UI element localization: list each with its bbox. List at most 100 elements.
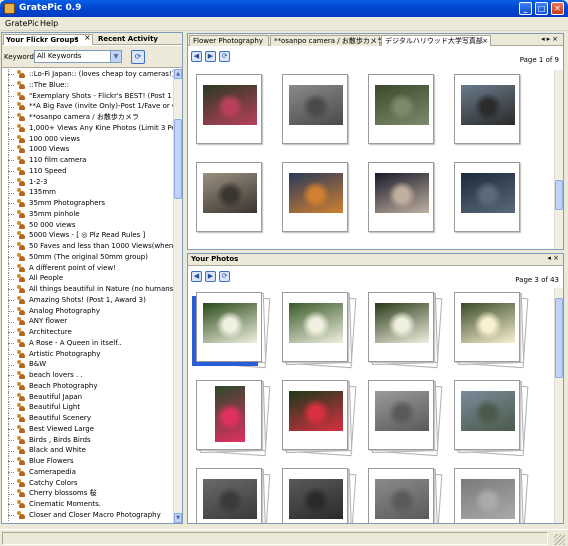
photo-thumbnail[interactable] [282,74,354,154]
photo-thumbnail[interactable] [454,380,529,460]
photo-card[interactable] [454,74,520,144]
group-list-item[interactable]: Cherry blossoms 桜 [2,488,173,499]
scroll-thumb[interactable] [174,119,182,199]
photo-card[interactable] [368,162,434,232]
group-list-item[interactable]: Camerapedia [2,466,173,478]
group-list-item[interactable]: B&W [2,359,173,370]
group-list-item[interactable]: "Exemplary Shots - Flickr's BEST! (Post … [2,90,173,102]
photo-card[interactable] [368,468,434,523]
tab-flower-photography[interactable]: Flower Photography [189,35,269,46]
photo-thumbnail[interactable] [282,292,357,372]
group-list-item[interactable]: 5000 Views - [ ◎ Plz Read Rules ] [2,230,173,241]
photo-thumbnail[interactable] [454,292,529,372]
title-bar[interactable]: GratePic 0.9 _ □ ✕ [0,0,568,17]
group-list-item[interactable]: Cinematic Moments. [2,499,173,510]
photo-card[interactable] [282,74,348,144]
photo-thumbnail[interactable] [368,162,440,242]
photo-thumbnail[interactable] [282,380,357,460]
photo-thumbnail[interactable] [368,74,440,154]
forward-arrow-icon[interactable]: ▶ [205,51,216,62]
group-list-item[interactable]: **osanpo camera / お散歩カメラ [2,112,173,123]
pane-controls[interactable]: ◂ × [547,254,559,262]
close-button[interactable]: ✕ [551,2,564,15]
group-list-item[interactable]: ::The Blue:: [2,79,173,91]
group-list-item[interactable]: 110 Speed [2,165,173,177]
group-list-item[interactable]: ANY flower [2,316,173,327]
left-scrollbar[interactable]: ▲ ▼ [173,69,182,523]
group-list-item[interactable]: 110 film camera [2,155,173,166]
resize-grip-icon[interactable] [554,534,565,545]
photo-card[interactable] [196,162,262,232]
photo-thumbnail[interactable] [196,74,268,154]
photo-card[interactable] [196,380,262,450]
photo-thumbnail[interactable] [196,380,271,460]
pin-icon[interactable]: ◂ [74,34,78,42]
photo-card[interactable] [196,74,262,144]
photo-card[interactable] [368,74,434,144]
photo-card[interactable] [282,380,348,450]
photo-thumbnail[interactable] [368,468,443,523]
group-list-item[interactable]: Blue Flowers [2,456,173,467]
group-list-item[interactable]: 35mm Photographers [2,198,173,209]
group-list-item[interactable]: Best Viewed Large [2,423,173,435]
tab-recent-activity[interactable]: Recent Activity [96,34,176,45]
photo-card[interactable] [454,380,520,450]
photo-card[interactable] [368,380,434,450]
group-list-item[interactable]: Beautiful Scenery [2,413,173,424]
scroll-up-icon[interactable]: ▲ [174,69,182,79]
tab-dhu-photo-club[interactable]: デジタルハリウッド大学写真部 × [381,35,491,46]
group-list-item[interactable]: 35mm pinhole [2,208,173,220]
group-list-item[interactable]: 1000 Views [2,144,173,155]
group-list-item[interactable]: 1-2-3 [2,176,173,188]
back-arrow-icon[interactable]: ◀ [191,51,202,62]
keyword-select[interactable]: All Keywords ▼ [34,50,122,63]
photo-card[interactable] [282,292,348,362]
photo-thumbnail[interactable] [282,162,354,242]
photo-card[interactable] [454,292,520,362]
photo-thumbnail[interactable] [454,468,529,523]
group-list-item[interactable]: ::Lo-Fi Japan:: (loves cheap toy cameras… [2,69,173,80]
photo-card[interactable] [454,468,520,523]
maximize-button[interactable]: □ [535,2,548,15]
group-list-item[interactable]: 50 000 views [2,219,173,231]
bottom-scrollbar[interactable] [554,288,563,523]
photo-card[interactable] [368,292,434,362]
group-list-item[interactable]: Beautiful Light [2,402,173,413]
group-list-item[interactable]: Birds , Birds Birds [2,434,173,446]
group-list-item[interactable]: **A Big Fave (invite Only)-Post 1/Fave o… [2,101,173,112]
scroll-thumb[interactable] [555,180,563,210]
photo-thumbnail[interactable] [368,292,443,372]
group-list-item[interactable]: A different point of view! [2,262,173,274]
photo-thumbnail[interactable] [196,162,268,242]
minimize-button[interactable]: _ [519,2,532,15]
photo-card[interactable] [196,292,262,362]
group-list-item[interactable]: 50mm (The original 50mm group) [2,251,173,263]
group-list-item[interactable]: 1,000+ Views Any Kine Photos (Limit 3 Pe… [2,122,173,134]
group-list-item[interactable]: All People [2,273,173,284]
scroll-thumb[interactable] [555,298,563,378]
refresh-icon[interactable]: ⟳ [219,271,230,282]
group-list-item[interactable]: 100 000 views [2,133,173,145]
group-list-item[interactable]: Artistic Photography [2,348,173,360]
photo-card[interactable] [282,162,348,232]
close-tab-icon[interactable]: × [482,36,488,46]
photo-thumbnail[interactable] [454,74,526,154]
group-list-item[interactable]: Beach Photography [2,380,173,392]
back-arrow-icon[interactable]: ◀ [191,271,202,282]
photo-thumbnail[interactable] [454,162,526,242]
group-list-item[interactable]: Architecture [2,327,173,338]
photo-thumbnail[interactable] [282,468,357,523]
group-list-item[interactable]: Analog Photography [2,305,173,317]
photo-thumbnail[interactable] [368,380,443,460]
group-list-item[interactable]: All things beautiful in Nature (no human… [2,284,173,295]
top-scrollbar[interactable] [554,70,563,249]
group-list-item[interactable]: Black and White [2,445,173,456]
menu-help[interactable]: Help [40,19,58,28]
group-list-item[interactable]: Beautiful Japan [2,391,173,403]
photo-thumbnail[interactable] [196,468,271,523]
photo-card[interactable] [454,162,520,232]
group-list-item[interactable]: Catchy Colors [2,477,173,489]
photo-thumbnail[interactable] [196,292,271,372]
refresh-icon[interactable]: ⟳ [219,51,230,62]
tab-flickr-groups[interactable]: Your Flickr Groups [3,34,93,45]
